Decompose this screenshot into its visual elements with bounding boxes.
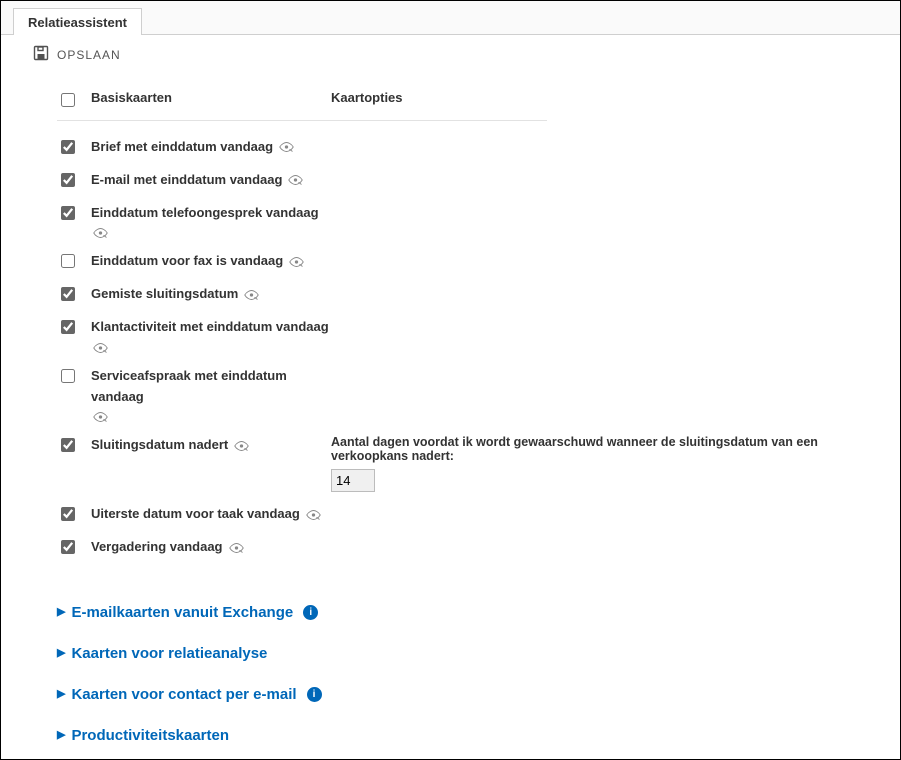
preview-icon[interactable] <box>229 542 244 554</box>
card-checkbox[interactable] <box>61 438 75 452</box>
header-kaartopties: Kaartopties <box>331 90 403 110</box>
save-button[interactable]: OPSLAAN <box>57 48 121 62</box>
section-header[interactable]: ▶"Vandaag"-kaarten <box>57 756 882 760</box>
card-checkbox[interactable] <box>61 254 75 268</box>
content-area: Basiskaarten Kaartopties Brief met eindd… <box>1 74 900 760</box>
save-icon[interactable] <box>33 45 49 64</box>
card-label: Einddatum voor fax is vandaag <box>91 251 283 272</box>
card-checkbox[interactable] <box>61 173 75 187</box>
card-row: Einddatum telefoongesprek vandaag <box>57 197 882 246</box>
card-label: Uiterste datum voor taak vandaag <box>91 504 300 525</box>
card-checkbox[interactable] <box>61 507 75 521</box>
expand-icon: ▶ <box>57 648 65 659</box>
app-frame: Relatieassistent OPSLAAN Basiskaarten Ka… <box>0 0 901 760</box>
card-label: Vergadering vandaag <box>91 537 223 558</box>
card-checkbox[interactable] <box>61 369 75 383</box>
expand-icon: ▶ <box>57 607 65 618</box>
section-label: Kaarten voor contact per e-mail <box>71 686 296 703</box>
section-label: E-mailkaarten vanuit Exchange <box>71 604 293 621</box>
header-basiskaarten: Basiskaarten <box>91 90 331 110</box>
card-label: Gemiste sluitingsdatum <box>91 284 238 305</box>
tab-strip: Relatieassistent <box>1 1 900 35</box>
card-row: Uiterste datum voor taak vandaag <box>57 498 882 531</box>
section-header[interactable]: ▶ Kaarten voor relatieanalyse <box>57 633 882 674</box>
option-days-input[interactable] <box>331 469 375 492</box>
card-label: E-mail met einddatum vandaag <box>91 170 282 191</box>
info-icon[interactable]: i <box>307 687 322 702</box>
section-header[interactable]: ▶ Productiviteitskaarten <box>57 715 882 756</box>
collapsible-sections: ▶ E-mailkaarten vanuit Exchange i ▶ Kaarten … <box>57 592 882 760</box>
info-icon[interactable]: i <box>303 605 318 620</box>
toolbar: OPSLAAN <box>1 35 900 74</box>
preview-icon[interactable] <box>289 256 304 268</box>
section-label: Productiviteitskaarten <box>71 727 229 744</box>
preview-icon[interactable] <box>244 289 259 301</box>
preview-icon[interactable] <box>306 509 321 521</box>
card-label: Einddatum telefoongesprek vandaag <box>91 203 319 224</box>
preview-icon[interactable] <box>288 174 303 186</box>
preview-icon[interactable] <box>93 342 108 354</box>
rows-list: Brief met einddatum vandaag E-mail met ei… <box>57 131 882 564</box>
section-header[interactable]: ▶ E-mailkaarten vanuit Exchange i <box>57 592 882 633</box>
card-row: E-mail met einddatum vandaag <box>57 164 882 197</box>
select-all-checkbox[interactable] <box>61 93 75 107</box>
section-label: Kaarten voor relatieanalyse <box>71 645 267 662</box>
tab-relatieassistent[interactable]: Relatieassistent <box>13 8 142 35</box>
card-option-cell: Aantal dagen voordat ik wordt gewaarschu… <box>331 435 882 492</box>
card-label: Klantactiviteit met einddatum vandaag <box>91 317 329 338</box>
card-row: Serviceafspraak met einddatum vandaag <box>57 360 882 430</box>
card-checkbox[interactable] <box>61 287 75 301</box>
column-headers: Basiskaarten Kaartopties <box>57 84 547 121</box>
card-label: Sluitingsdatum nadert <box>91 435 228 456</box>
card-label: Serviceafspraak met einddatum vandaag <box>91 366 331 408</box>
card-row: Sluitingsdatum nadert Aantal dagen voorda… <box>57 429 882 498</box>
card-row: Vergadering vandaag <box>57 531 882 564</box>
card-label: Brief met einddatum vandaag <box>91 137 273 158</box>
preview-icon[interactable] <box>93 227 108 239</box>
card-checkbox[interactable] <box>61 140 75 154</box>
section-header[interactable]: ▶ Kaarten voor contact per e-mail i <box>57 674 882 715</box>
tab-label: Relatieassistent <box>28 15 127 30</box>
preview-icon[interactable] <box>93 411 108 423</box>
preview-icon[interactable] <box>279 141 294 153</box>
expand-icon: ▶ <box>57 730 65 741</box>
expand-icon: ▶ <box>57 689 65 700</box>
card-checkbox[interactable] <box>61 206 75 220</box>
option-label: Aantal dagen voordat ik wordt gewaarschu… <box>331 435 874 463</box>
card-row: Brief met einddatum vandaag <box>57 131 882 164</box>
preview-icon[interactable] <box>234 440 249 452</box>
card-checkbox[interactable] <box>61 320 75 334</box>
card-checkbox[interactable] <box>61 540 75 554</box>
card-row: Gemiste sluitingsdatum <box>57 278 882 311</box>
card-row: Einddatum voor fax is vandaag <box>57 245 882 278</box>
card-row: Klantactiviteit met einddatum vandaag <box>57 311 882 360</box>
